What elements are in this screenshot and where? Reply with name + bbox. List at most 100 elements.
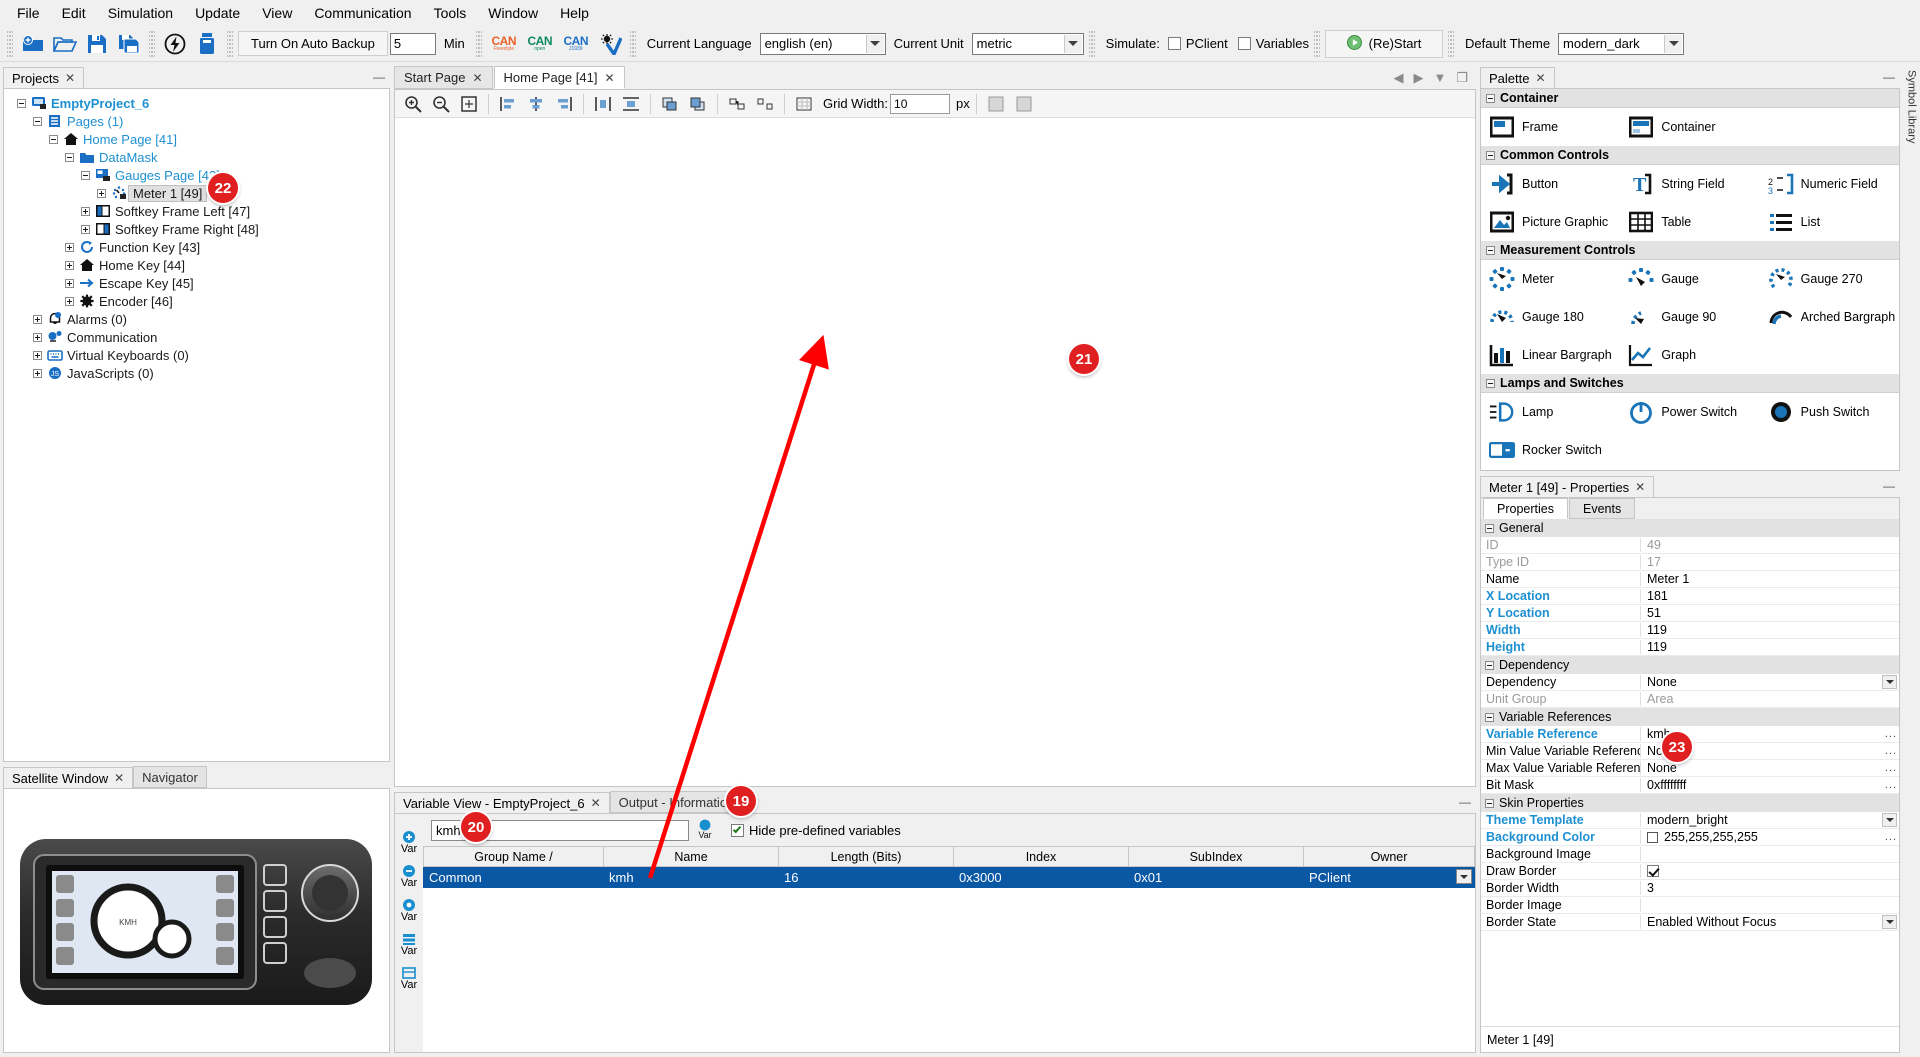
ungroup-icon[interactable] [752,92,778,116]
ellipsis-button[interactable]: ... [1885,745,1897,757]
tab-variable-view[interactable]: Variable View - EmptyProject_6 ✕ [394,792,610,814]
palette-group-container[interactable]: Container [1481,89,1899,108]
default-theme-select[interactable]: modern_dark [1558,33,1684,55]
current-unit-select[interactable]: metric [972,33,1084,55]
ellipsis-button[interactable]: ... [1885,762,1897,774]
palette-item-picture-graphic[interactable]: Picture Graphic [1481,203,1620,241]
menu-item-edit[interactable]: Edit [51,2,97,24]
tree-item-softkey-frame-left-47[interactable]: Softkey Frame Left [47] [6,202,387,220]
satellite-preview[interactable]: KMH [3,788,390,1053]
collapse-icon[interactable] [1486,151,1495,160]
zoom-in-icon[interactable] [400,92,426,116]
minimize-icon-2[interactable]: — [1459,795,1471,809]
cell-group[interactable]: Common [424,867,604,888]
tree-item-datamask[interactable]: DataMask [6,148,387,166]
zoom-fit-icon[interactable] [456,92,482,116]
prev-tab-icon[interactable]: ◀ [1393,70,1403,86]
maximize-icon[interactable]: ❐ [1456,70,1468,86]
column-header-index[interactable]: Index [954,847,1129,867]
projects-tree-container[interactable]: EmptyProject_6Pages (1)Home Page [41]Dat… [3,88,390,762]
chevron-down-icon[interactable] [1882,675,1897,689]
toolbar-grip-6[interactable] [1089,31,1095,57]
menu-item-window[interactable]: Window [477,2,549,24]
palette-item-power-switch[interactable]: Power Switch [1620,393,1759,431]
property-row[interactable]: DependencyNone [1481,674,1899,691]
backup-minutes-input[interactable] [390,33,436,55]
collapse-icon[interactable] [1486,246,1495,255]
property-row[interactable]: Theme Templatemodern_bright [1481,812,1899,829]
toolbar-grip-2[interactable] [149,31,155,57]
expand-icon[interactable] [28,315,46,324]
group-icon[interactable] [724,92,750,116]
collapse-icon[interactable] [1486,379,1495,388]
tab-palette[interactable]: Palette ✕ [1480,67,1555,89]
can-open-icon[interactable]: CAN open [523,30,557,58]
minimize-icon-3[interactable]: — [1883,70,1895,84]
column-header-group-name[interactable]: Group Name / [424,847,604,867]
column-header-subindex[interactable]: SubIndex [1129,847,1304,867]
close-icon-2[interactable]: ✕ [114,771,124,785]
tree-item-home-page-41[interactable]: Home Page [41] [6,130,387,148]
property-value[interactable]: modern_bright [1641,813,1899,827]
property-value[interactable]: 49 [1641,538,1899,552]
grid-width-input[interactable] [890,94,950,114]
property-row[interactable]: Width119 [1481,622,1899,639]
tab-projects[interactable]: Projects ✕ [3,67,84,89]
edit-var-icon[interactable]: Var [401,898,417,923]
restart-button[interactable]: (Re)Start [1325,30,1443,58]
tab-properties-window[interactable]: Meter 1 [49] - Properties ✕ [1480,476,1654,498]
save-icon[interactable] [82,29,112,59]
collapse-icon[interactable] [44,135,62,144]
property-value[interactable] [1641,865,1899,877]
collapse-icon[interactable] [28,117,46,126]
palette-item-arched-bargraph[interactable]: Arched Bargraph [1760,298,1899,336]
table-row[interactable]: Commonkmh160x30000x01PClient [424,867,1475,888]
property-value[interactable]: Area [1641,692,1899,706]
tab-list-icon[interactable]: ▼ [1433,70,1446,85]
property-value[interactable]: None [1641,675,1899,689]
palette-item-lamp[interactable]: Lamp [1481,393,1620,431]
owner-dropdown-icon[interactable] [1456,869,1472,884]
subtab-events[interactable]: Events [1569,498,1635,519]
properties-grid[interactable]: GeneralID49Type ID17NameMeter 1X Locatio… [1481,519,1899,1026]
column-header-length-bits[interactable]: Length (Bits) [779,847,954,867]
properties-group-skin-properties[interactable]: Skin Properties [1481,794,1899,812]
property-row[interactable]: Border Image... [1481,897,1899,914]
property-row[interactable]: X Location181 [1481,588,1899,605]
palette-group-measurement-controls[interactable]: Measurement Controls [1481,241,1899,260]
ellipsis-button[interactable]: ... [1885,779,1897,791]
property-value[interactable]: 51 [1641,606,1899,620]
tree-item-communication[interactable]: Communication [6,328,387,346]
column-header-name[interactable]: Name [604,847,779,867]
expand-icon[interactable] [28,351,46,360]
cell-length[interactable]: 16 [779,867,954,888]
tab-satellite-window[interactable]: Satellite Window ✕ [3,767,133,789]
checkbox-box[interactable] [1168,37,1181,50]
property-row[interactable]: Max Value Variable ReferenceNone... [1481,760,1899,777]
tab-output-information[interactable]: Output - Information [610,791,744,813]
toolbar-grip-3[interactable] [227,31,233,57]
chevron-down-icon[interactable] [866,35,884,53]
palette-item-linear-bargraph[interactable]: Linear Bargraph [1481,336,1620,374]
expand-icon[interactable] [28,369,46,378]
properties-group-dependency[interactable]: Dependency [1481,656,1899,674]
close-icon-5[interactable]: ✕ [591,796,601,810]
collapse-icon[interactable] [76,171,94,180]
ellipsis-button[interactable]: ... [1885,831,1897,843]
tree-item-meter-1-49[interactable]: Meter 1 [49] [6,184,387,202]
chevron-down-icon[interactable] [1882,813,1897,827]
menu-item-update[interactable]: Update [184,2,251,24]
subtab-properties[interactable]: Properties [1483,498,1568,519]
remove-var-icon[interactable]: Var [401,864,417,889]
expand-icon[interactable] [28,333,46,342]
simulate-variables-checkbox[interactable]: Variables [1238,36,1309,51]
property-row[interactable]: Unit GroupArea [1481,691,1899,708]
tree-item-virtual-keyboards-0[interactable]: Virtual Keyboards (0) [6,346,387,364]
flash-icon[interactable] [160,29,190,59]
cell-subindex[interactable]: 0x01 [1129,867,1304,888]
toolbar-grip-4[interactable] [476,31,482,57]
close-icon-4[interactable]: ✕ [604,71,614,85]
cell-name[interactable]: kmh [604,867,779,888]
property-row[interactable]: ID49 [1481,537,1899,554]
tab-start-page[interactable]: Start Page ✕ [394,66,493,89]
